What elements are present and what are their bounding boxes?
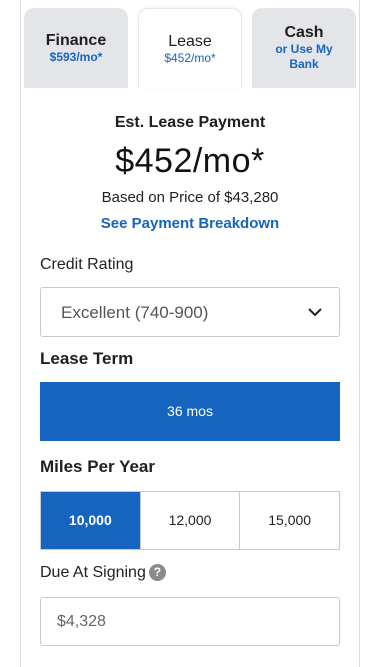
see-payment-breakdown-link[interactable]: See Payment Breakdown (0, 215, 380, 232)
lease-term-label: Lease Term (40, 349, 134, 368)
credit-rating-label: Credit Rating (40, 256, 134, 273)
tab-cash-sub-line1: or Use My (275, 42, 333, 56)
tab-lease-price: $452/mo* (164, 51, 216, 65)
miles-option-10000[interactable]: 10,000 (41, 492, 140, 549)
due-at-signing-row: Due At Signing? (40, 564, 166, 582)
tab-finance-title: Finance (45, 32, 107, 49)
tab-finance[interactable]: Finance $593/mo* (24, 8, 128, 88)
tab-cash-sub-line2: Bank (289, 57, 319, 71)
miles-option-15000[interactable]: 15,000 (239, 492, 340, 549)
credit-rating-value: Excellent (740-900) (61, 303, 209, 322)
est-payment-amount: $452/mo* (115, 142, 265, 180)
chevron-down-icon (308, 308, 322, 317)
miles-per-year-options: 10,000 12,000 15,000 (40, 491, 340, 550)
based-on-price: Based on Price of $43,280 (101, 189, 279, 206)
est-payment-label: Est. Lease Payment (114, 114, 266, 131)
due-at-signing-input[interactable] (40, 597, 340, 646)
miles-per-year-label: Miles Per Year (40, 457, 155, 476)
tab-cash[interactable]: Cash or Use My Bank (252, 8, 356, 88)
credit-rating-select[interactable]: Excellent (740-900) (40, 287, 340, 337)
lease-term-36-button[interactable]: 36 mos (40, 382, 340, 441)
tab-lease[interactable]: Lease $452/mo* (138, 8, 242, 88)
tab-cash-title: Cash (284, 24, 324, 41)
tab-finance-price: $593/mo* (49, 50, 103, 64)
payment-type-tabs: Finance $593/mo* Lease $452/mo* Cash or … (0, 0, 380, 88)
question-icon[interactable]: ? (148, 564, 166, 581)
tab-lease-title: Lease (168, 33, 212, 50)
due-at-signing-label: Due At Signing (40, 564, 146, 581)
miles-option-12000[interactable]: 12,000 (139, 492, 240, 549)
